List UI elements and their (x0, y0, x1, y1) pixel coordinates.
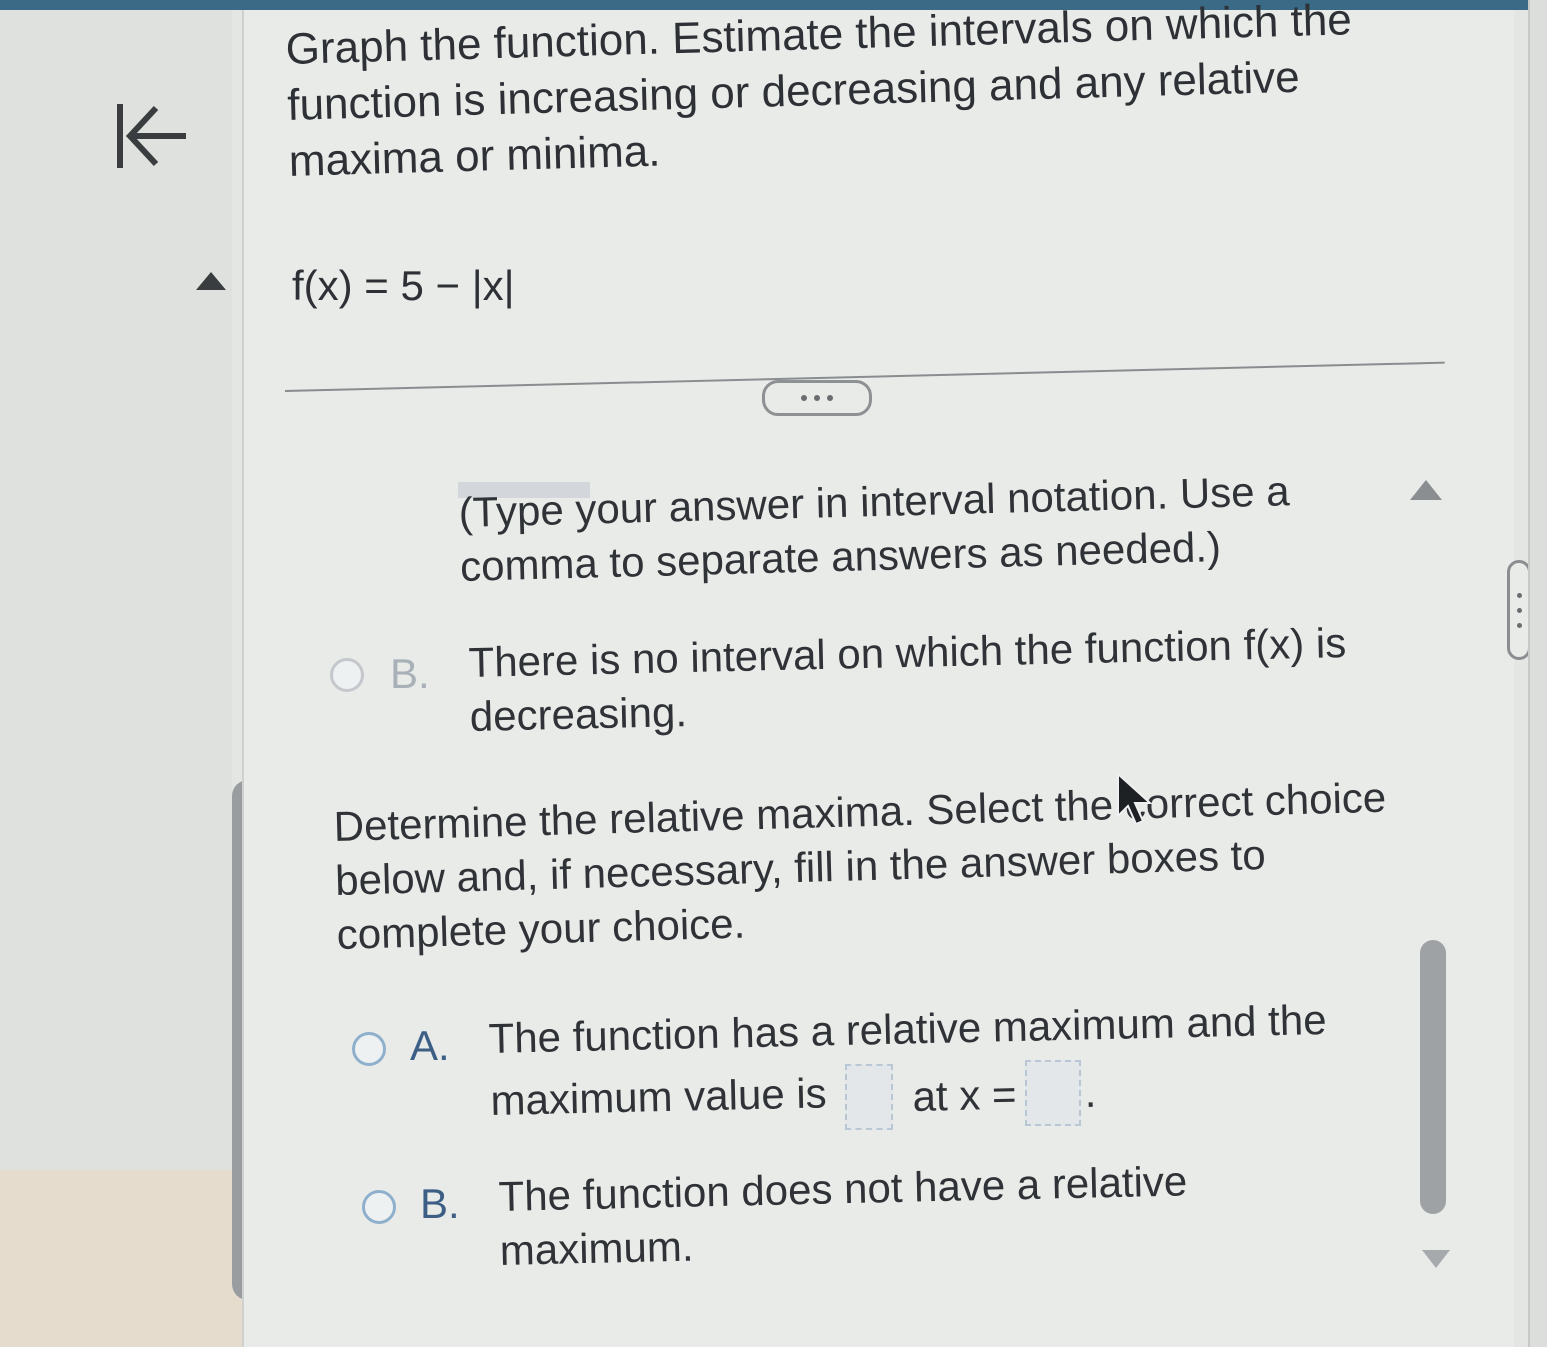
collapse-left-icon[interactable] (112, 98, 192, 174)
period: . (1084, 1068, 1097, 1116)
left-scroll-up-icon[interactable] (196, 272, 226, 290)
option-letter: B. (390, 650, 430, 697)
radio-maxima-option-b[interactable] (362, 1190, 396, 1224)
function-formula: f(x) = 5 − |x| (292, 262, 515, 309)
radio-maxima-option-a[interactable] (352, 1032, 386, 1066)
triangle-up-icon[interactable] (1410, 480, 1442, 500)
handle-dot (1516, 607, 1522, 613)
mouse-pointer-icon (1117, 772, 1153, 826)
more-dot (801, 395, 807, 401)
at-x-label: at x = (912, 1070, 1018, 1120)
left-panel (0, 10, 232, 1347)
right-scrollbar[interactable] (1420, 940, 1446, 1214)
triangle-down-icon[interactable] (1422, 1250, 1450, 1268)
expand-more-button[interactable] (762, 380, 872, 416)
question-text: Graph the function. Estimate the interva… (285, 0, 1353, 186)
part1-option-b-text: There is no interval on which the functi… (468, 619, 1347, 740)
maxima-option-a-label: maximum value is (490, 1069, 828, 1124)
window-edge (1528, 0, 1547, 1347)
maxima-option-b-text: The function does not have a relative ma… (498, 1157, 1188, 1274)
option-letter: B. (420, 1180, 460, 1227)
at-x-input[interactable] (1025, 1060, 1081, 1126)
handle-dot (1516, 592, 1522, 598)
handle-dot (1516, 622, 1522, 628)
left-panel-bottom (0, 1170, 250, 1347)
option-letter: A. (410, 1022, 450, 1069)
more-dot (814, 395, 820, 401)
more-dot (827, 395, 833, 401)
max-value-input[interactable] (845, 1064, 893, 1130)
relative-maxima-prompt: Determine the relative maxima. Select th… (333, 773, 1387, 958)
radio-part1-option-b[interactable] (330, 658, 364, 692)
